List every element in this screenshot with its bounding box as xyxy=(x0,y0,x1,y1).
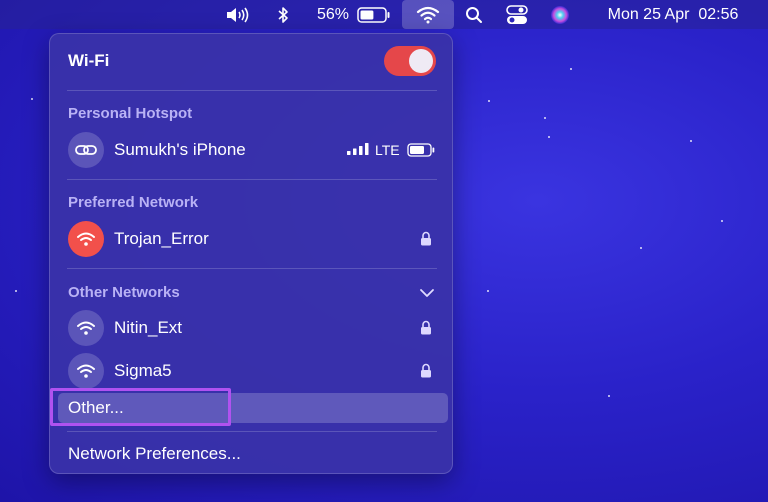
network-type: LTE xyxy=(375,142,400,158)
section-preferred-network: Preferred Network xyxy=(68,194,199,211)
divider xyxy=(67,431,437,432)
toggle-knob xyxy=(409,49,433,73)
star xyxy=(15,290,17,292)
star xyxy=(488,100,490,102)
network-name: Nitin_Ext xyxy=(114,318,183,337)
wifi-header: Wi-Fi xyxy=(50,46,454,76)
other-networks-header[interactable]: Other Networks xyxy=(50,282,454,302)
search-icon[interactable] xyxy=(462,0,486,29)
menu-bar: 56% Mon 25 Apr 02:56 xyxy=(0,0,768,29)
lock-icon xyxy=(421,231,431,246)
speaker-icon[interactable] xyxy=(223,0,253,29)
wifi-icon xyxy=(68,221,104,257)
bluetooth-icon[interactable] xyxy=(273,0,293,29)
battery-small-icon xyxy=(407,143,435,162)
battery-percent: 56% xyxy=(316,5,350,23)
star xyxy=(690,140,692,142)
network-row-nitin[interactable]: Nitin_Ext xyxy=(50,310,454,346)
hotspot-row[interactable]: Sumukh's iPhone LTE xyxy=(50,132,454,168)
control-center-icon[interactable] xyxy=(504,0,530,29)
star xyxy=(487,290,489,292)
signal-bars-icon xyxy=(346,142,370,161)
highlight-annotation xyxy=(50,388,231,426)
wifi-title: Wi-Fi xyxy=(68,51,110,70)
clock[interactable]: Mon 25 Apr 02:56 xyxy=(588,0,758,29)
section-personal-hotspot: Personal Hotspot xyxy=(68,105,193,122)
divider xyxy=(67,268,437,269)
wifi-icon xyxy=(68,310,104,346)
siri-icon[interactable] xyxy=(548,0,572,29)
star xyxy=(544,117,546,119)
star xyxy=(548,136,550,138)
network-row-sigma[interactable]: Sigma5 xyxy=(50,353,454,389)
star xyxy=(570,68,572,70)
network-preferences-item[interactable]: Network Preferences... xyxy=(68,444,241,464)
battery-icon[interactable] xyxy=(356,0,392,29)
wifi-icon[interactable] xyxy=(402,0,454,29)
section-other-networks: Other Networks xyxy=(68,283,180,301)
preferred-network-row[interactable]: Trojan_Error xyxy=(50,221,454,257)
divider xyxy=(67,90,437,91)
chevron-down-icon[interactable] xyxy=(419,285,435,303)
lock-icon xyxy=(421,363,431,378)
link-icon xyxy=(68,132,104,168)
hotspot-device-name: Sumukh's iPhone xyxy=(114,140,246,159)
preferred-network-name: Trojan_Error xyxy=(114,229,209,248)
wifi-icon xyxy=(68,353,104,389)
wifi-toggle[interactable] xyxy=(384,46,436,76)
star xyxy=(31,98,33,100)
wifi-menu: Wi-Fi Personal Hotspot Sumukh's iPhone L… xyxy=(49,33,453,474)
star xyxy=(721,220,723,222)
star xyxy=(640,247,642,249)
star xyxy=(608,395,610,397)
network-name: Sigma5 xyxy=(114,361,172,380)
divider xyxy=(67,179,437,180)
lock-icon xyxy=(421,320,431,335)
